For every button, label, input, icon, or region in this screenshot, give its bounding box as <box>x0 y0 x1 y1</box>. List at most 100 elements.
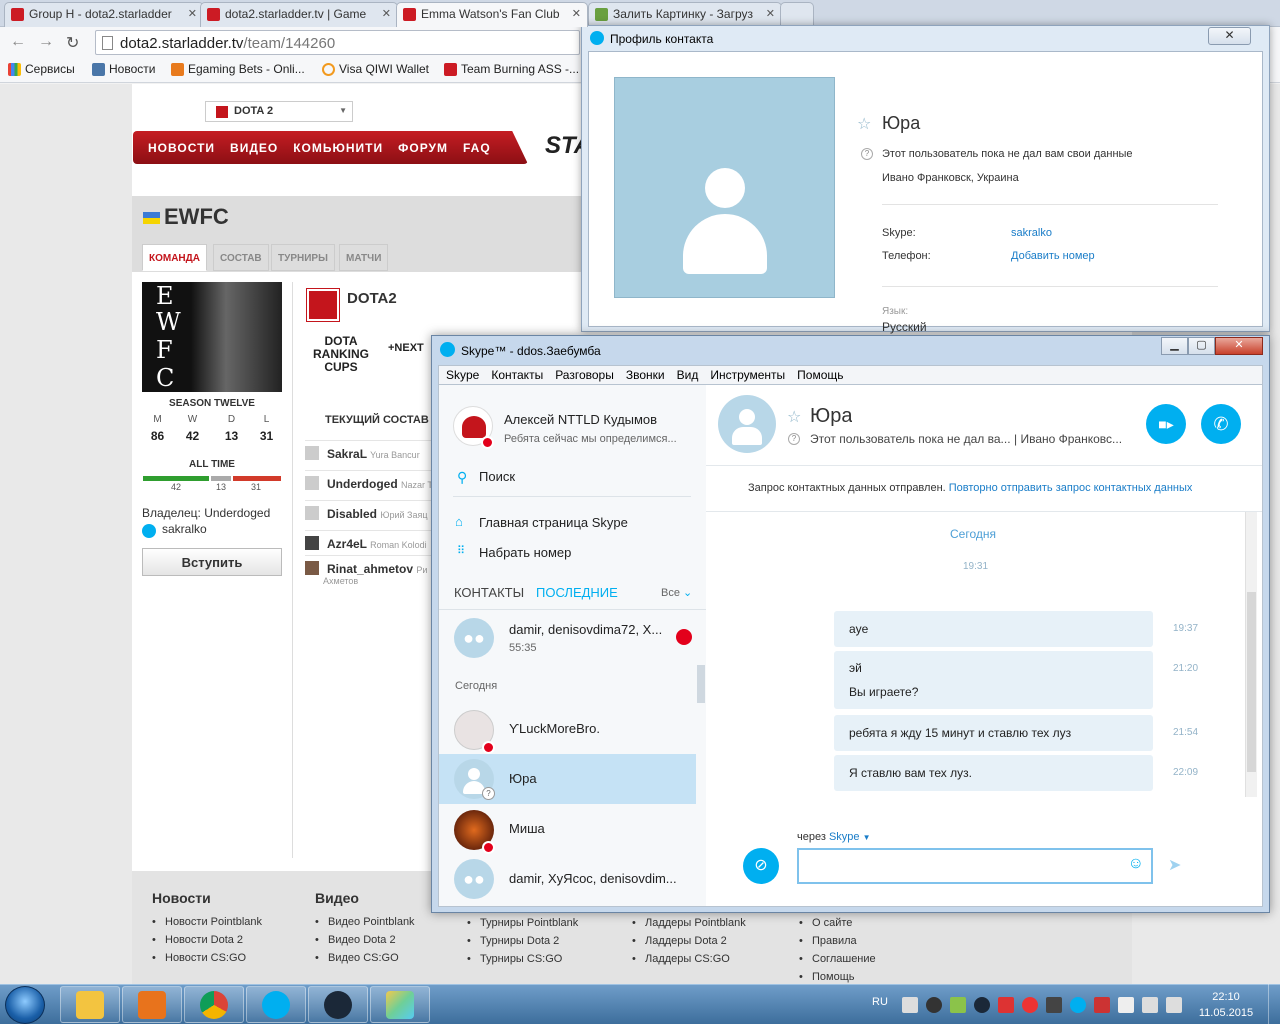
chat-scrollbar[interactable] <box>1245 512 1257 797</box>
tab-roster[interactable]: СОСТАВ <box>213 244 269 271</box>
reload-icon[interactable]: ↻ <box>66 33 79 53</box>
tray-app-icon[interactable] <box>998 997 1014 1013</box>
scrollbar-thumb[interactable] <box>1247 592 1256 772</box>
close-icon[interactable]: ✕ <box>382 7 391 20</box>
message-bubble[interactable]: Я ставлю вам тех луз. <box>834 755 1153 791</box>
action-center-flag-icon[interactable] <box>1118 997 1134 1013</box>
close-icon[interactable]: ✕ <box>188 7 197 20</box>
tab-recent[interactable]: ПОСЛЕДНИЕ <box>536 585 618 600</box>
new-tab-button[interactable] <box>780 2 814 27</box>
menu-skype[interactable]: Skype <box>439 366 484 382</box>
attach-button[interactable]: ⊘ <box>743 848 779 884</box>
contact-item[interactable]: ϒLuckMoreBro. <box>439 704 696 754</box>
close-button[interactable]: ✕ <box>1215 337 1263 355</box>
tray-app-icon[interactable] <box>926 997 942 1013</box>
show-desktop-button[interactable] <box>1268 984 1280 1024</box>
search-input[interactable]: Поиск <box>479 469 515 484</box>
my-name[interactable]: Алексей NTTLD Кудымов <box>504 412 699 427</box>
video-call-button[interactable]: ■▸ <box>1146 404 1186 444</box>
via-select[interactable]: Skype <box>829 831 860 843</box>
nav-item-news[interactable]: НОВОСТИ <box>148 131 215 155</box>
volume-icon[interactable] <box>1166 997 1182 1013</box>
nav-item-forum[interactable]: ФОРУМ <box>398 131 448 155</box>
tab-tournaments[interactable]: ТУРНИРЫ <box>271 244 335 271</box>
resend-request-link[interactable]: Повторно отправить запрос контактных дан… <box>949 482 1193 494</box>
next-link[interactable]: +NEXT <box>388 342 424 354</box>
network-icon[interactable] <box>1142 997 1158 1013</box>
contact-item-selected[interactable]: ? Юра <box>439 754 696 804</box>
browser-tab[interactable]: Залить Картинку - Загруз ✕ <box>588 2 782 27</box>
bookmark-item[interactable]: Новости <box>92 62 155 76</box>
bookmark-item[interactable]: Visa QIWI Wallet <box>322 62 429 76</box>
menu-conversations[interactable]: Разговоры <box>548 366 619 382</box>
close-button[interactable]: ✕ <box>1208 27 1251 45</box>
favorite-star-icon[interactable]: ☆ <box>857 114 871 134</box>
tab-matches[interactable]: МАТЧИ <box>339 244 389 271</box>
ranking-cups-logo[interactable]: DOTA RANKING CUPS <box>306 335 376 374</box>
game-select[interactable]: DOTA 2 ▼ <box>205 101 353 122</box>
steam-icon[interactable] <box>974 997 990 1013</box>
menu-view[interactable]: Вид <box>670 366 704 382</box>
player-row[interactable]: Rinat_ahmetov Ри Ахметов <box>305 555 435 587</box>
message-bubble[interactable]: aye <box>834 611 1153 647</box>
skype-home-link[interactable]: Главная страница Skype <box>479 515 628 530</box>
scrollbar-thumb[interactable] <box>697 665 705 703</box>
taskbar-chrome[interactable] <box>184 986 244 1023</box>
taskbar-steam[interactable] <box>308 986 368 1023</box>
owner-link[interactable]: Underdoged <box>204 506 270 520</box>
send-icon[interactable]: ➤ <box>1168 855 1181 875</box>
tray-app-icon[interactable] <box>1022 997 1038 1013</box>
forward-arrow-icon[interactable]: → <box>38 33 54 51</box>
player-row[interactable]: Underdoged Nazar T <box>305 470 435 496</box>
browser-tab[interactable]: Group H - dota2.starladder ✕ <box>4 2 204 27</box>
menu-contacts[interactable]: Контакты <box>484 366 548 382</box>
bookmark-item[interactable]: Egaming Bets - Onli... <box>171 62 305 76</box>
skype-name-link[interactable]: sakralko <box>1011 227 1052 239</box>
browser-tab-active[interactable]: Emma Watson's Fan Club ✕ <box>396 2 588 27</box>
close-icon[interactable]: ✕ <box>766 7 775 20</box>
clock[interactable]: 22:10 11.05.2015 <box>1196 989 1256 1021</box>
my-mood[interactable]: Ребята сейчас мы определимся... <box>504 433 699 445</box>
nav-item-community[interactable]: КОМЬЮНИТИ <box>293 131 383 155</box>
close-icon[interactable]: ✕ <box>572 7 581 20</box>
keyboard-layout-icon[interactable] <box>902 997 918 1013</box>
window-titlebar[interactable]: Профиль контакта <box>582 26 1269 51</box>
player-row[interactable]: Disabled Юрий Заяц <box>305 500 435 526</box>
message-bubble[interactable]: ребята я жду 15 минут и ставлю тех луз <box>834 715 1153 751</box>
favorite-star-icon[interactable]: ☆ <box>787 407 801 427</box>
add-phone-link[interactable]: Добавить номер <box>1011 250 1095 262</box>
taskbar-skype[interactable] <box>246 986 306 1023</box>
address-bar[interactable]: dota2.starladder.tv/team/144260 <box>95 30 580 55</box>
nav-item-faq[interactable]: FAQ <box>463 131 491 155</box>
start-button[interactable] <box>5 986 45 1024</box>
message-input[interactable]: ☺ <box>797 848 1153 884</box>
emoticon-icon[interactable]: ☺ <box>1128 855 1144 873</box>
chat-contact-avatar[interactable] <box>718 395 776 453</box>
filter-select[interactable]: Все ⌄ <box>661 586 692 599</box>
menu-help[interactable]: Помощь <box>790 366 848 382</box>
contact-item[interactable]: Миша <box>439 804 696 854</box>
tray-app-icon[interactable] <box>1094 997 1110 1013</box>
contact-item[interactable]: ●● damir, XyЯcoc, denisovdim... <box>439 854 696 904</box>
menu-calls[interactable]: Звонки <box>619 366 670 382</box>
player-row[interactable]: Azr4eL Roman Kolodi <box>305 530 435 556</box>
chat-contact-name[interactable]: Юра <box>810 405 852 428</box>
tray-app-icon[interactable] <box>950 997 966 1013</box>
maximize-button[interactable]: ▢ <box>1188 337 1215 355</box>
skype-icon[interactable] <box>1070 997 1086 1013</box>
taskbar-paint[interactable] <box>370 986 430 1023</box>
browser-tab[interactable]: dota2.starladder.tv | Game ✕ <box>200 2 398 27</box>
menu-tools[interactable]: Инструменты <box>703 366 790 382</box>
bookmark-item[interactable]: Team Burning ASS -... <box>444 62 579 76</box>
dial-number-link[interactable]: Набрать номер <box>479 545 571 560</box>
back-arrow-icon[interactable]: ← <box>10 33 26 51</box>
message-bubble[interactable]: эй Вы играете? <box>834 651 1153 709</box>
language-indicator[interactable]: RU <box>872 996 888 1008</box>
voice-call-button[interactable]: ✆ <box>1201 404 1241 444</box>
taskbar-media-player[interactable] <box>122 986 182 1023</box>
tab-team[interactable]: КОМАНДА <box>142 244 208 271</box>
minimize-button[interactable]: ▁ <box>1161 337 1188 355</box>
tray-app-icon[interactable] <box>1046 997 1062 1013</box>
join-button[interactable]: Вступить <box>142 548 282 576</box>
window-titlebar[interactable]: Skype™ - ddos.Заебумба <box>432 336 1269 364</box>
